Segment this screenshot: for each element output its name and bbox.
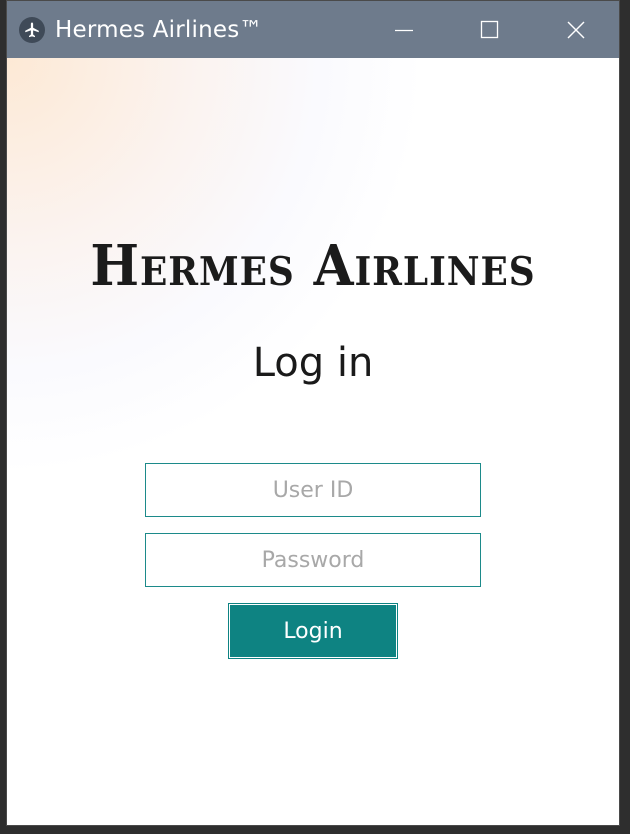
airplane-icon <box>19 16 45 43</box>
app-window: Hermes Airlines™ Hermes Airlines Log in … <box>6 0 620 826</box>
user-id-input[interactable] <box>145 463 481 517</box>
close-button[interactable] <box>533 1 619 58</box>
close-icon <box>567 21 585 38</box>
password-input[interactable] <box>145 533 481 587</box>
maximize-icon <box>480 20 499 38</box>
title-bar[interactable]: Hermes Airlines™ <box>7 1 619 58</box>
login-button[interactable]: Login <box>228 603 398 659</box>
minimize-icon <box>395 29 413 31</box>
window-title: Hermes Airlines™ <box>55 16 263 43</box>
caption-buttons <box>361 1 619 58</box>
login-panel: Hermes Airlines Log in Login <box>7 58 619 825</box>
minimize-button[interactable] <box>361 1 447 58</box>
brand-logo-text: Hermes Airlines <box>90 233 536 299</box>
page-title: Log in <box>252 340 374 386</box>
maximize-button[interactable] <box>447 1 533 58</box>
